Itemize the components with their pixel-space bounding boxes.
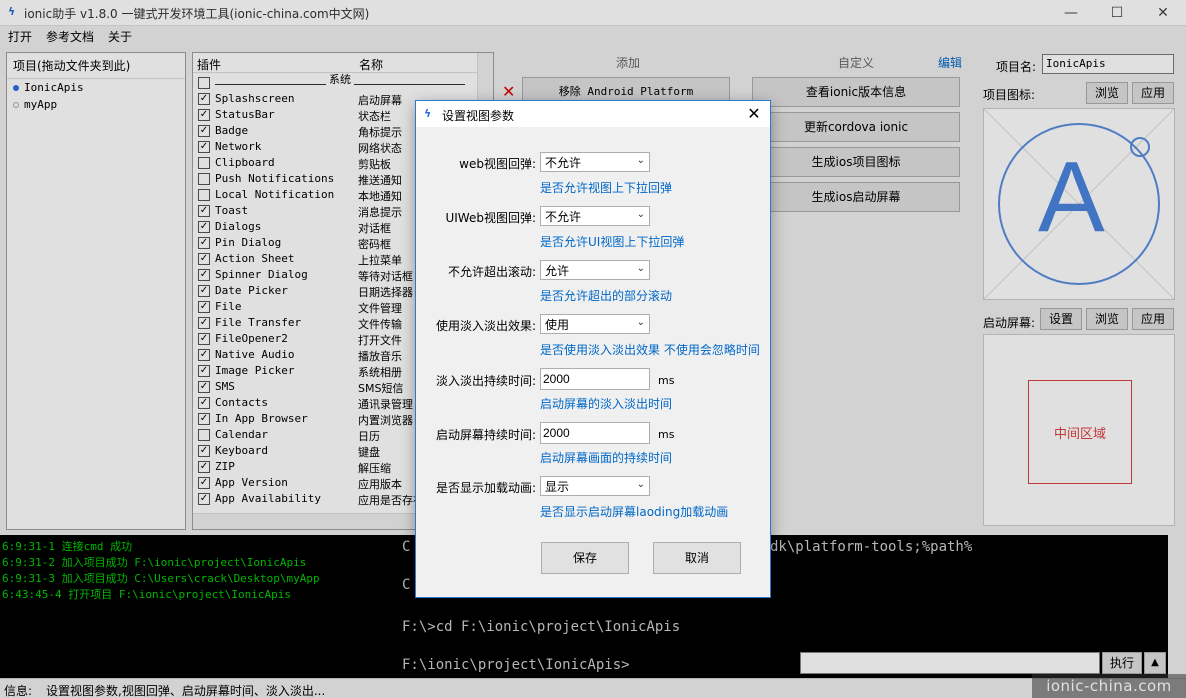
view-settings-dialog: ϟ 设置视图参数 ✕ web视图回弹: 不允许 ⌄ 是否允许视图上下拉回弹 UIW… xyxy=(415,100,771,598)
splash-duration-label: 启动屏幕持续时间: xyxy=(435,428,536,442)
web-bounce-select[interactable]: 不允许 ⌄ xyxy=(540,152,650,172)
chevron-down-icon: ⌄ xyxy=(636,155,645,166)
fade-duration-hint: 启动屏幕的淡入淡出时间 xyxy=(540,397,673,411)
fade-effect-hint: 是否使用淡入淡出效果 不使用会忽略时间 xyxy=(540,343,760,357)
web-bounce-label: web视图回弹: xyxy=(459,157,536,171)
loading-anim-select[interactable]: 显示 ⌄ xyxy=(540,476,650,496)
uiweb-bounce-select[interactable]: 不允许 ⌄ xyxy=(540,206,650,226)
ionic-logo-icon: ϟ xyxy=(424,107,432,120)
loading-anim-label: 是否显示加载动画: xyxy=(435,481,536,495)
save-button[interactable]: 保存 xyxy=(541,542,629,574)
splash-duration-unit: ms xyxy=(658,428,675,441)
splash-duration-hint: 启动屏幕画面的持续时间 xyxy=(540,451,673,465)
loading-anim-hint: 是否显示启动屏幕laoding加载动画 xyxy=(540,505,729,519)
web-bounce-hint: 是否允许视图上下拉回弹 xyxy=(540,181,673,195)
uiweb-bounce-label: UIWeb视图回弹: xyxy=(445,211,536,225)
fade-duration-unit: ms xyxy=(658,374,675,387)
dialog-close-button[interactable]: ✕ xyxy=(738,101,770,127)
overscroll-hint: 是否允许超出的部分滚动 xyxy=(540,289,673,303)
fade-effect-select[interactable]: 使用 ⌄ xyxy=(540,314,650,334)
overscroll-label: 不允许超出滚动: xyxy=(447,265,536,279)
splash-duration-input[interactable]: 2000 xyxy=(540,422,650,444)
dialog-title-bar: ϟ 设置视图参数 ✕ xyxy=(416,101,770,127)
dialog-title: 设置视图参数 xyxy=(442,109,515,123)
fade-effect-label: 使用淡入淡出效果: xyxy=(435,319,536,333)
chevron-down-icon: ⌄ xyxy=(636,209,645,220)
chevron-down-icon: ⌄ xyxy=(636,317,645,328)
uiweb-bounce-hint: 是否允许UI视图上下拉回弹 xyxy=(540,235,685,249)
chevron-down-icon: ⌄ xyxy=(636,263,645,274)
fade-duration-label: 淡入淡出持续时间: xyxy=(435,374,536,388)
cancel-button[interactable]: 取消 xyxy=(653,542,741,574)
chevron-down-icon: ⌄ xyxy=(636,479,645,490)
overscroll-select[interactable]: 允许 ⌄ xyxy=(540,260,650,280)
fade-duration-input[interactable]: 2000 xyxy=(540,368,650,390)
